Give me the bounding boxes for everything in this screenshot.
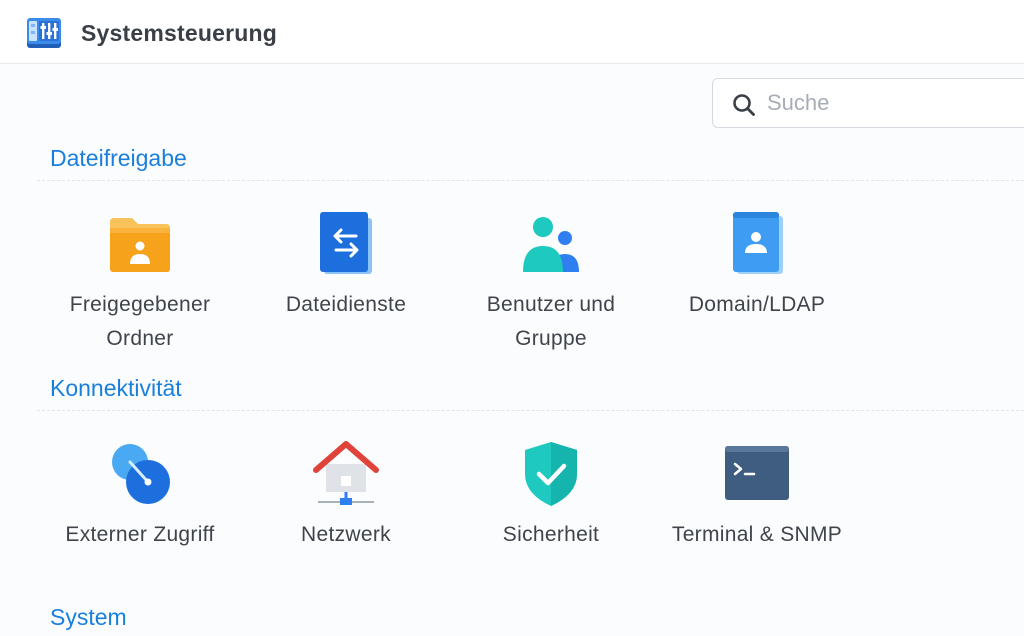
item-domain-ldap[interactable]: Domain/LDAP: [657, 210, 857, 322]
item-file-services[interactable]: Dateidienste: [246, 210, 446, 322]
control-panel-window: Systemsteuerung Dateifreigabe Freigegebe…: [0, 0, 1024, 636]
item-label: Netzwerk: [301, 523, 391, 546]
terminal-icon: [725, 446, 789, 500]
item-label: Terminal & SNMP: [671, 523, 843, 546]
section-title-system: System: [50, 604, 127, 630]
item-label: Benutzer und Gruppe: [486, 293, 616, 350]
item-network[interactable]: Netzwerk: [246, 440, 446, 552]
file-services-icon: [320, 212, 372, 274]
item-terminal-snmp[interactable]: Terminal & SNMP: [657, 440, 857, 552]
item-label: Freigegebener Ordner: [69, 293, 211, 350]
search-input[interactable]: [767, 88, 1007, 118]
security-shield-icon: [525, 442, 577, 506]
item-label: Dateidienste: [285, 293, 407, 316]
shared-folder-icon: [110, 218, 170, 272]
section-divider: [37, 410, 1024, 411]
item-security[interactable]: Sicherheit: [451, 440, 651, 552]
search-icon: [733, 94, 755, 116]
item-user-group[interactable]: Benutzer und Gruppe: [451, 210, 651, 356]
title-bar: Systemsteuerung: [0, 0, 1024, 64]
item-shared-folder[interactable]: Freigegebener Ordner: [40, 210, 240, 356]
section-title-connectivity: Konnektivität: [50, 375, 182, 401]
section-divider: [37, 180, 1024, 181]
control-panel-icon: [27, 18, 61, 48]
item-label: Externer Zugriff: [65, 523, 215, 546]
window-title: Systemsteuerung: [81, 20, 278, 46]
user-group-icon: [523, 217, 579, 272]
search-box[interactable]: [712, 78, 1024, 128]
item-label: Sicherheit: [502, 523, 600, 546]
network-icon: [313, 441, 379, 505]
item-external-access[interactable]: Externer Zugriff: [40, 440, 240, 552]
item-label: Domain/LDAP: [688, 293, 826, 316]
section-title-file-sharing: Dateifreigabe: [50, 145, 187, 171]
external-access-icon: [112, 444, 170, 504]
domain-ldap-icon: [733, 212, 783, 274]
